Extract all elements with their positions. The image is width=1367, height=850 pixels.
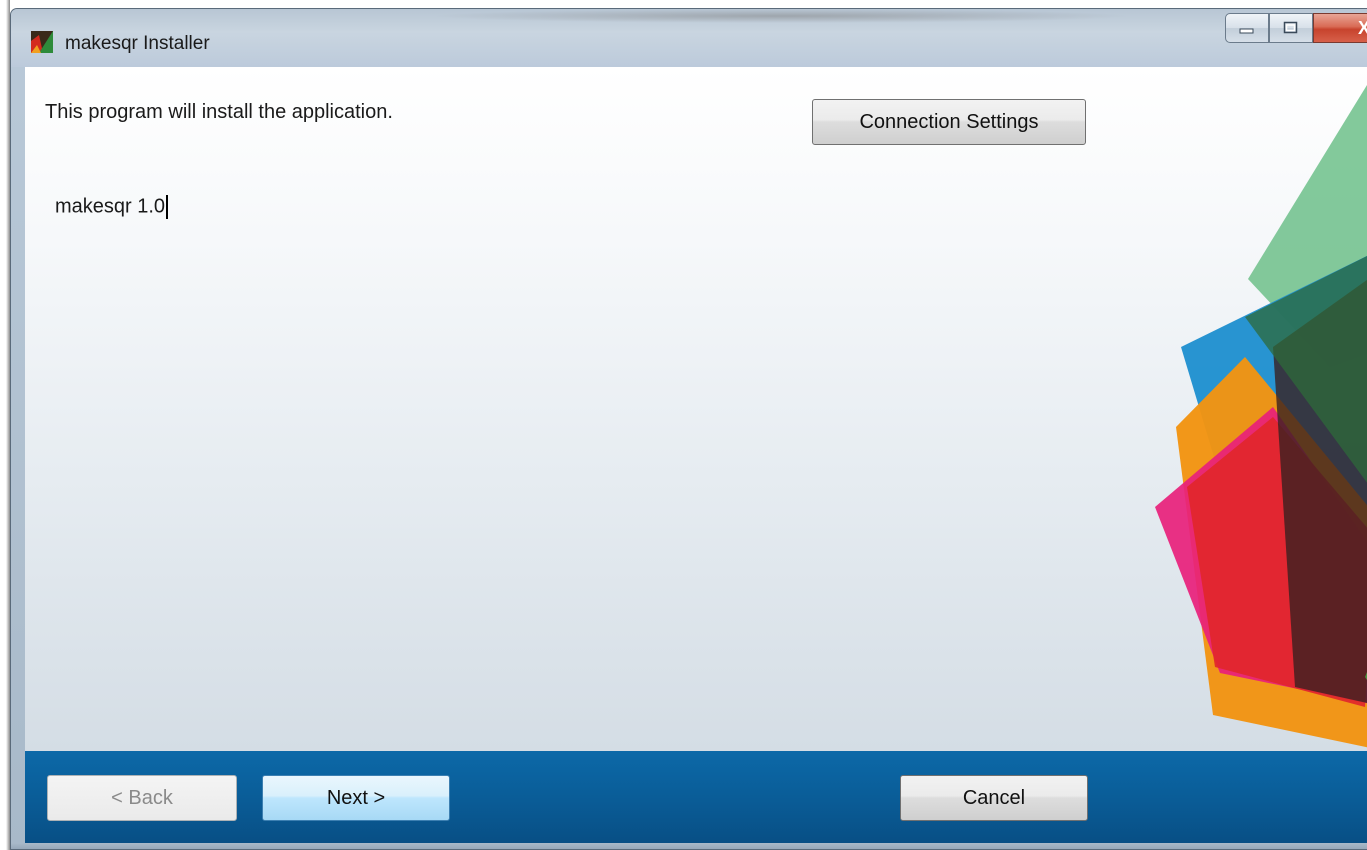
footer-bar: < Back Next > Cancel [25,751,1367,843]
maximize-button[interactable] [1269,13,1313,43]
installer-content: This program will install the applicatio… [25,67,1367,751]
title-bar[interactable]: makesqr Installer X [11,9,1367,67]
close-button[interactable]: X [1313,13,1367,43]
desktop-edge [0,0,10,850]
back-button[interactable]: < Back [47,775,237,821]
cancel-button[interactable]: Cancel [900,775,1088,821]
connection-settings-button[interactable]: Connection Settings [812,99,1086,145]
product-name-label: makesqr 1.0 [55,195,166,218]
minimize-icon [1239,28,1254,34]
product-name: makesqr 1.0 [55,195,169,219]
minimize-button[interactable] [1225,13,1269,43]
maximize-icon [1283,21,1298,34]
installer-window: makesqr Installer X This program will in… [10,8,1367,850]
decorative-art [1155,84,1367,748]
window-title: makesqr Installer [65,33,210,54]
next-button[interactable]: Next > [262,775,450,821]
text-caret [166,195,169,219]
title-bar-glass [431,9,1131,23]
window-bottom-border [11,843,1367,849]
intro-text: This program will install the applicatio… [45,101,393,123]
caption-buttons: X [1225,13,1367,45]
close-icon: X [1358,18,1367,39]
installer-app-icon [31,31,53,53]
